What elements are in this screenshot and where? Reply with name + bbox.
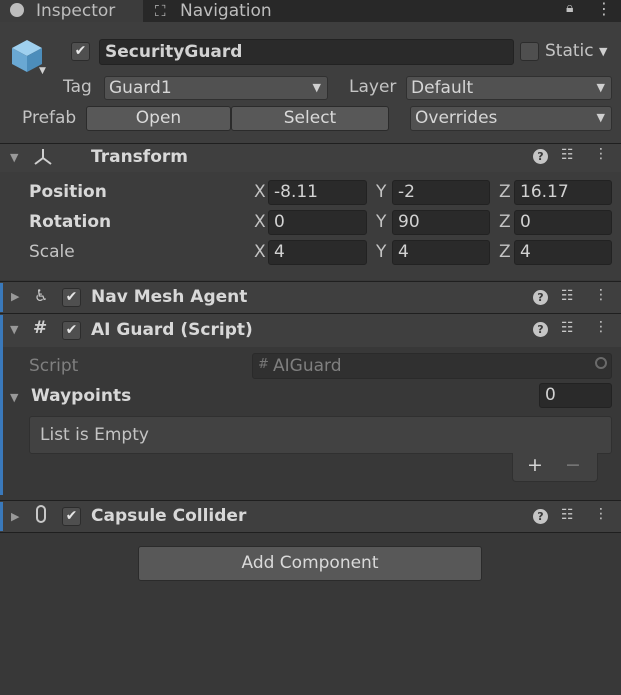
component-menu-icon[interactable]: ⋮ xyxy=(594,319,608,335)
divider xyxy=(0,532,621,533)
static-dropdown-arrow-icon[interactable]: ▼ xyxy=(599,45,607,58)
tab-inspector[interactable]: Inspector xyxy=(0,0,143,22)
position-y-field[interactable]: -2 xyxy=(392,180,490,205)
overrides-label: Overrides xyxy=(415,108,498,128)
help-icon[interactable]: ? xyxy=(533,322,548,337)
foldout-open-icon[interactable]: ▼ xyxy=(10,323,18,336)
position-z-field[interactable]: 16.17 xyxy=(514,180,612,205)
tab-navigation-label: Navigation xyxy=(180,1,272,21)
rotation-x-field[interactable]: 0 xyxy=(268,210,367,235)
add-element-button[interactable]: + xyxy=(527,454,543,476)
rotation-label: Rotation xyxy=(29,212,112,232)
waypoints-list-box: List is Empty xyxy=(29,416,612,454)
add-component-button[interactable]: Add Component xyxy=(138,546,482,581)
script-icon: # xyxy=(33,318,48,338)
ai-guard-enabled-checkbox[interactable]: ✔ xyxy=(62,321,81,340)
presets-icon[interactable]: ☷ xyxy=(561,320,574,336)
prefab-select-button[interactable]: Select xyxy=(231,106,389,131)
kebab-icon[interactable]: ⋮ xyxy=(596,0,612,18)
script-field: # AIGuard xyxy=(252,353,612,379)
position-x-field[interactable]: -8.11 xyxy=(268,180,367,205)
selection-indicator xyxy=(0,315,3,495)
rotation-y-label[interactable]: Y xyxy=(376,212,386,232)
chevron-down-icon: ▼ xyxy=(312,81,321,94)
presets-icon[interactable]: ☷ xyxy=(561,507,574,523)
ai-guard-title: AI Guard (Script) xyxy=(91,320,253,340)
scale-x-field[interactable]: 4 xyxy=(268,240,367,265)
capsule-collider-enabled-checkbox[interactable]: ✔ xyxy=(62,507,81,526)
nav-mesh-agent-title: Nav Mesh Agent xyxy=(91,287,248,307)
icon-dropdown-arrow-icon[interactable]: ▼ xyxy=(39,66,46,76)
foldout-closed-icon[interactable]: ▶ xyxy=(11,510,19,523)
object-name-field[interactable]: SecurityGuard xyxy=(99,39,514,65)
presets-icon[interactable]: ☷ xyxy=(561,288,574,304)
list-footer: + − xyxy=(512,453,598,482)
tag-label: Tag xyxy=(63,77,92,97)
waypoints-label[interactable]: Waypoints xyxy=(31,386,131,406)
remove-element-button[interactable]: − xyxy=(565,454,581,476)
position-z-label[interactable]: Z xyxy=(499,182,511,202)
rotation-y-field[interactable]: 90 xyxy=(392,210,490,235)
layer-dropdown[interactable]: Default ▼ xyxy=(406,76,612,100)
scale-y-label[interactable]: Y xyxy=(376,242,386,262)
navigation-icon: ⛶ xyxy=(155,2,166,20)
script-file-icon: # xyxy=(258,357,269,372)
foldout-open-icon[interactable]: ▼ xyxy=(10,151,18,164)
tab-bar: Inspector ⛶ Navigation 🔒︎ ⋮ xyxy=(0,0,621,22)
list-empty-text: List is Empty xyxy=(40,425,149,445)
tag-dropdown[interactable]: Guard1 ▼ xyxy=(104,76,328,100)
prefab-overrides-dropdown[interactable]: Overrides ▼ xyxy=(410,106,612,131)
position-label: Position xyxy=(29,182,107,202)
position-y-label[interactable]: Y xyxy=(376,182,386,202)
foldout-closed-icon[interactable]: ▶ xyxy=(11,290,19,303)
position-x-label[interactable]: X xyxy=(254,182,266,202)
tag-value: Guard1 xyxy=(109,78,172,98)
component-menu-icon[interactable]: ⋮ xyxy=(594,506,608,522)
scale-z-field[interactable]: 4 xyxy=(514,240,612,265)
foldout-open-icon[interactable]: ▼ xyxy=(10,391,18,404)
layer-value: Default xyxy=(411,78,474,98)
help-icon[interactable]: ? xyxy=(533,509,548,524)
scale-y-field[interactable]: 4 xyxy=(392,240,490,265)
waypoints-size-field[interactable]: 0 xyxy=(539,383,612,408)
chevron-down-icon: ▼ xyxy=(596,81,605,94)
selection-indicator xyxy=(0,502,3,531)
component-menu-icon[interactable]: ⋮ xyxy=(594,287,608,303)
script-label: Script xyxy=(29,356,79,376)
capsule-collider-title: Capsule Collider xyxy=(91,506,247,526)
prefab-label: Prefab xyxy=(22,108,77,128)
rotation-x-label[interactable]: X xyxy=(254,212,266,232)
tab-navigation[interactable]: ⛶ Navigation xyxy=(150,0,310,22)
static-label[interactable]: Static xyxy=(545,41,594,61)
selection-indicator xyxy=(0,283,3,312)
rotation-z-field[interactable]: 0 xyxy=(514,210,612,235)
help-icon[interactable]: ? xyxy=(533,290,548,305)
nav-mesh-agent-icon: ♿︎ xyxy=(34,286,49,305)
scale-z-label[interactable]: Z xyxy=(499,242,511,262)
nav-mesh-agent-enabled-checkbox[interactable]: ✔ xyxy=(62,288,81,307)
capsule-collider-icon xyxy=(36,505,46,523)
transform-title: Transform xyxy=(91,147,188,167)
lock-icon[interactable]: 🔒︎ xyxy=(566,0,573,16)
info-icon xyxy=(10,3,24,17)
object-picker-icon xyxy=(595,357,607,369)
prefab-open-button[interactable]: Open xyxy=(86,106,231,131)
help-icon[interactable]: ? xyxy=(533,149,548,164)
static-checkbox[interactable] xyxy=(520,42,539,61)
chevron-down-icon: ▼ xyxy=(596,111,605,124)
scale-x-label[interactable]: X xyxy=(254,242,266,262)
active-checkbox[interactable]: ✔ xyxy=(71,42,90,61)
script-value: AIGuard xyxy=(273,356,342,376)
rotation-z-label[interactable]: Z xyxy=(499,212,511,232)
scale-label: Scale xyxy=(29,242,75,262)
tab-inspector-label: Inspector xyxy=(36,1,116,21)
component-menu-icon[interactable]: ⋮ xyxy=(594,146,608,162)
layer-label: Layer xyxy=(349,77,397,97)
transform-icon xyxy=(34,149,52,165)
presets-icon[interactable]: ☷ xyxy=(561,147,574,163)
